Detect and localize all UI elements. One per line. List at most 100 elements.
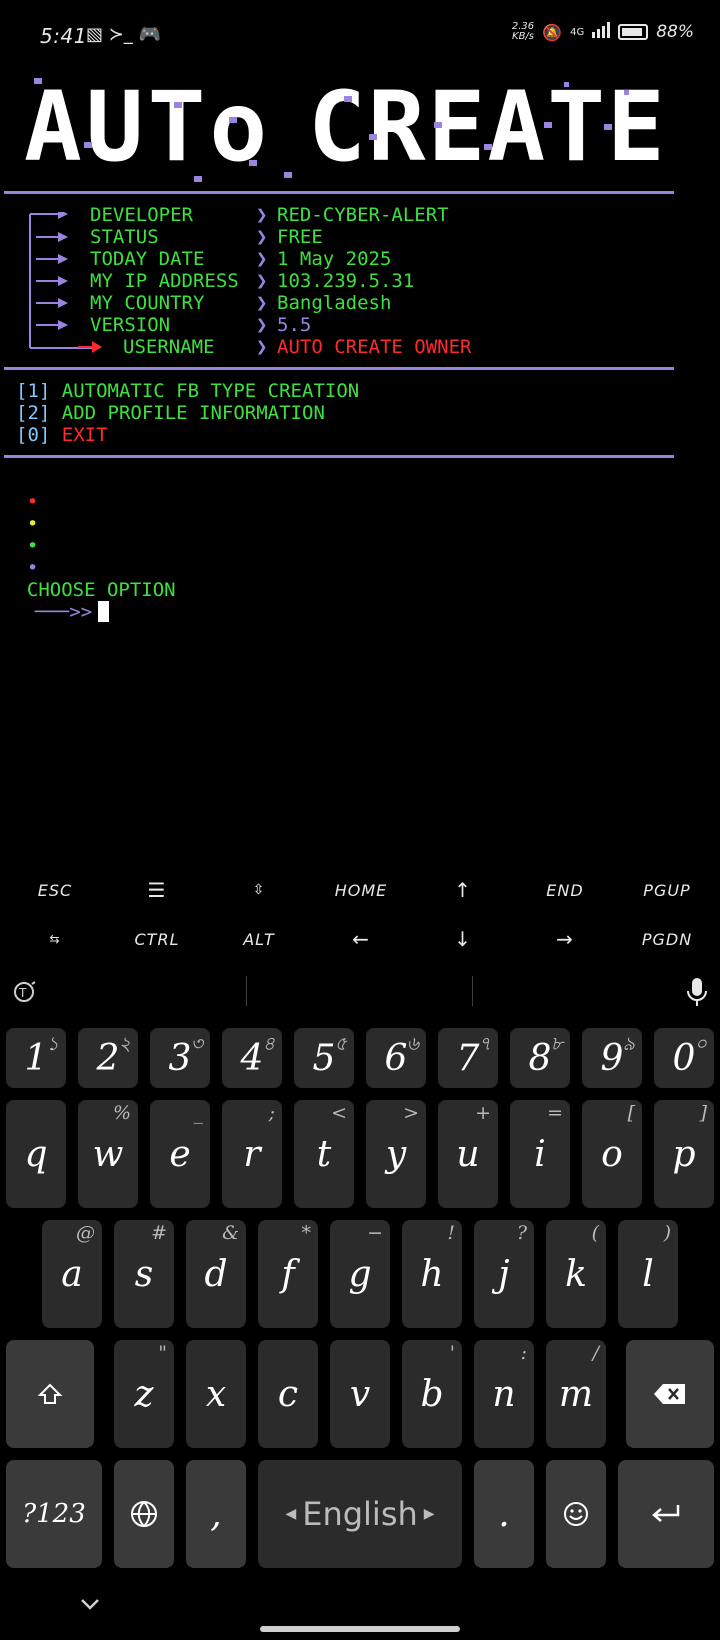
key-2[interactable]: 2২ <box>78 1028 138 1088</box>
shift-key[interactable] <box>6 1340 94 1448</box>
prompt-line[interactable]: • • • • CHOOSE OPTION ───>> <box>4 469 176 623</box>
language-globe-key[interactable] <box>114 1460 174 1568</box>
info-sep: ❯ <box>256 226 268 248</box>
alt-key[interactable]: ALT <box>208 919 310 959</box>
key-z[interactable]: z " <box>114 1340 174 1448</box>
esc-key[interactable]: ESC <box>4 870 106 910</box>
key-3[interactable]: 3৩ <box>150 1028 210 1088</box>
key-8[interactable]: 8৮ <box>510 1028 570 1088</box>
key-v[interactable]: v <box>330 1340 390 1448</box>
left-arrow-key[interactable]: ← <box>310 919 412 959</box>
key-t[interactable]: t < <box>294 1100 354 1208</box>
enter-key[interactable] <box>618 1460 714 1568</box>
key-label: e <box>169 1133 191 1175</box>
key-label: s <box>134 1253 154 1295</box>
key-hint: ] <box>699 1102 707 1124</box>
key-m[interactable]: m / <box>546 1340 606 1448</box>
key-q[interactable]: q <box>6 1100 66 1208</box>
home-key[interactable]: HOME <box>310 870 412 910</box>
down-arrow-key[interactable]: ↓ <box>412 919 514 959</box>
mute-icon: 🔕 <box>542 22 563 42</box>
info-label-username: USERNAME <box>123 336 215 358</box>
key-hint: + <box>475 1102 491 1124</box>
key-label: g <box>348 1253 372 1295</box>
pgdn-key[interactable]: PGDN <box>616 919 718 959</box>
key-n[interactable]: n: <box>474 1340 534 1448</box>
menu-key: [0] <box>16 424 51 446</box>
menu-key: [1] <box>16 380 51 402</box>
key-hint: & <box>222 1222 239 1244</box>
key-s[interactable]: s # <box>114 1220 174 1328</box>
tab-key[interactable]: ⇆ <box>4 919 106 959</box>
emoji-key[interactable] <box>546 1460 606 1568</box>
key-j[interactable]: j? <box>474 1220 534 1328</box>
key-label: 7 <box>456 1037 480 1079</box>
hide-keyboard-chevron-icon[interactable] <box>76 1596 104 1614</box>
key-f[interactable]: f * <box>258 1220 318 1328</box>
key-label: 0 <box>672 1037 696 1079</box>
key-b[interactable]: b ' <box>402 1340 462 1448</box>
key-o[interactable]: o[ <box>582 1100 642 1208</box>
key-hint: < <box>331 1102 347 1124</box>
key-label: p <box>672 1133 696 1175</box>
key-r[interactable]: r; <box>222 1100 282 1208</box>
right-arrow-key[interactable]: → <box>514 919 616 959</box>
period-key[interactable]: . <box>474 1460 534 1568</box>
backspace-key[interactable] <box>626 1340 714 1448</box>
key-label: 5 <box>312 1037 336 1079</box>
separator-line <box>4 455 674 458</box>
menu-label: ADD PROFILE INFORMATION <box>61 402 325 424</box>
key-label: n <box>492 1373 516 1415</box>
key-4[interactable]: 4৪ <box>222 1028 282 1088</box>
menu-key-icon[interactable]: ☰ <box>106 870 208 910</box>
key-d[interactable]: d & <box>186 1220 246 1328</box>
key-u[interactable]: u + <box>438 1100 498 1208</box>
key-e[interactable]: e _ <box>150 1100 210 1208</box>
key-9[interactable]: 9৯ <box>582 1028 642 1088</box>
key-c[interactable]: c <box>258 1340 318 1448</box>
end-key[interactable]: END <box>514 870 616 910</box>
pgup-key[interactable]: PGUP <box>616 870 718 910</box>
key-label: u <box>456 1133 480 1175</box>
key-hint: * <box>301 1222 312 1244</box>
key-w[interactable]: w% <box>78 1100 138 1208</box>
info-sep: ❯ <box>256 270 268 292</box>
status-time: 5:41 <box>40 24 87 48</box>
info-sep: ❯ <box>256 248 268 270</box>
ctrl-key[interactable]: CTRL <box>106 919 208 959</box>
key-6[interactable]: 6৬ <box>366 1028 426 1088</box>
key-hint: ২ <box>118 1033 131 1055</box>
menu-item-1[interactable]: [1] AUTOMATIC FB TYPE CREATION <box>16 380 359 402</box>
key-hint: > <box>403 1102 419 1124</box>
key-k[interactable]: k( <box>546 1220 606 1328</box>
key-hint: ৭ <box>478 1033 491 1055</box>
key-y[interactable]: y > <box>366 1100 426 1208</box>
status-right-group: 2.36 KB/s 🔕 4G 88% <box>512 22 694 43</box>
home-indicator[interactable] <box>260 1626 460 1632</box>
shift-toggle-key[interactable]: ⇳ <box>208 870 310 910</box>
text-cursor <box>98 601 110 622</box>
key-hint: [ <box>627 1102 635 1124</box>
key-5[interactable]: 5৫ <box>294 1028 354 1088</box>
key-7[interactable]: 7৭ <box>438 1028 498 1088</box>
menu-block: [1] AUTOMATIC FB TYPE CREATION [2] ADD P… <box>0 380 720 450</box>
menu-item-2[interactable]: [2] ADD PROFILE INFORMATION <box>16 402 325 424</box>
key-a[interactable]: a @ <box>42 1220 102 1328</box>
key-1[interactable]: 1১ <box>6 1028 66 1088</box>
enter-icon <box>652 1505 680 1522</box>
menu-item-exit[interactable]: [0] EXIT <box>16 424 108 446</box>
info-label-status: STATUS <box>90 226 159 248</box>
key-i[interactable]: i = <box>510 1100 570 1208</box>
key-0[interactable]: 0০ <box>654 1028 714 1088</box>
key-h[interactable]: h! <box>402 1220 462 1328</box>
microphone-icon[interactable] <box>684 976 710 1008</box>
key-g[interactable]: g − <box>330 1220 390 1328</box>
symbols-key[interactable]: ?123 <box>6 1460 102 1568</box>
keyboard-settings-icon[interactable]: T <box>10 978 38 1006</box>
key-p[interactable]: p] <box>654 1100 714 1208</box>
space-bar[interactable]: ◀ English ▶ <box>258 1460 462 1568</box>
key-x[interactable]: x <box>186 1340 246 1448</box>
comma-key[interactable]: , <box>186 1460 246 1568</box>
up-arrow-key[interactable]: ↑ <box>412 870 514 910</box>
key-l[interactable]: l) <box>618 1220 678 1328</box>
